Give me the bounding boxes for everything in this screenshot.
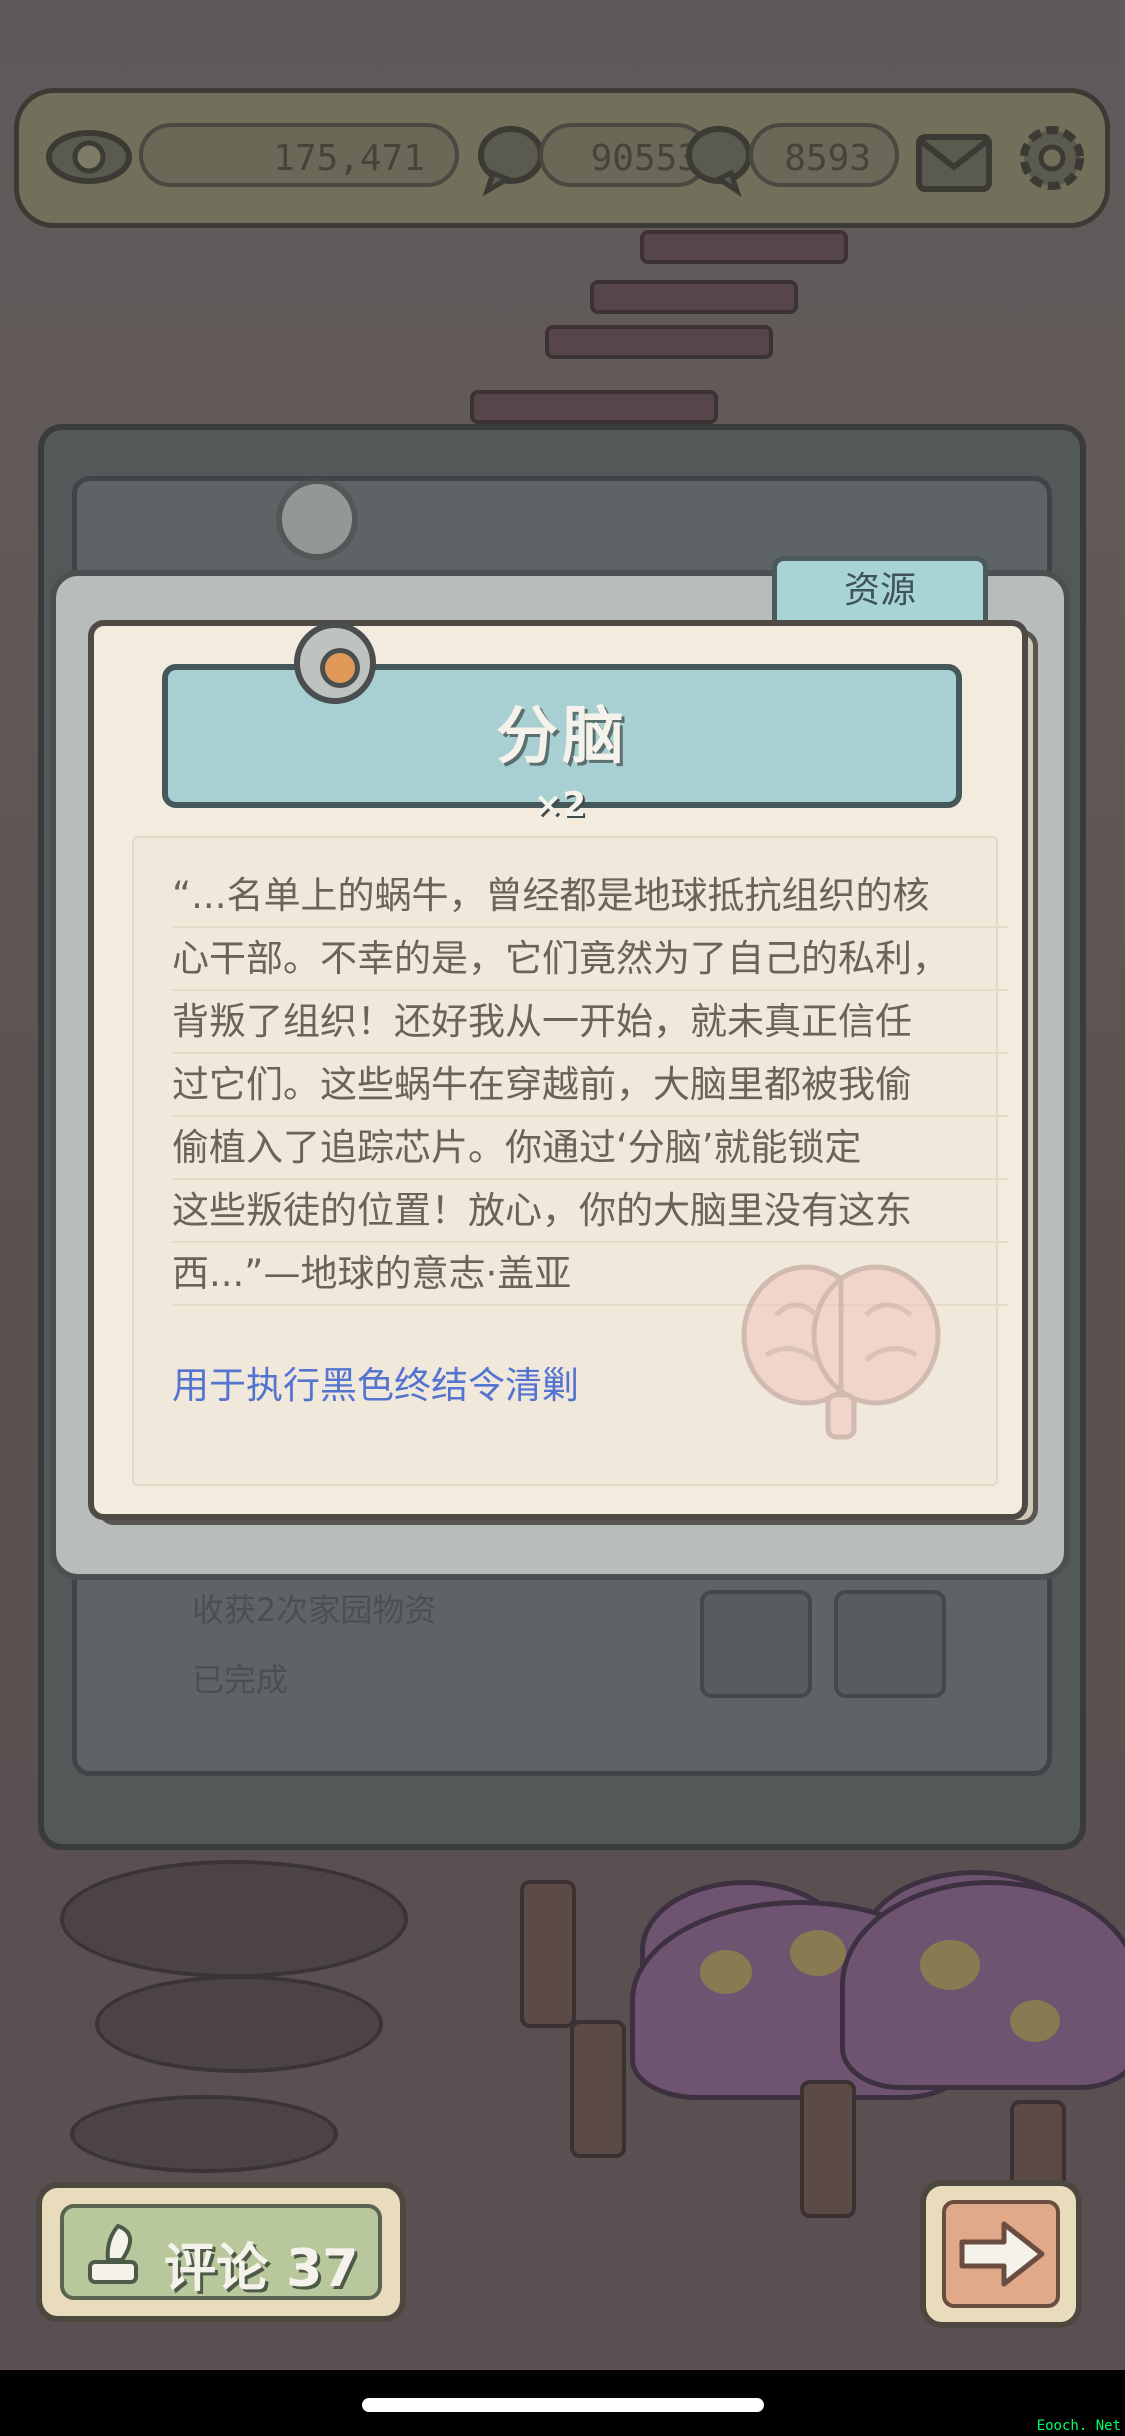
hanging-knob-back bbox=[276, 478, 358, 560]
chat-count-2: 8593 bbox=[784, 138, 871, 179]
background-plank bbox=[590, 280, 798, 314]
item-usage: 用于执行黑色终结令清剿 bbox=[172, 1364, 579, 1407]
comment-button[interactable]: 评论 37 bbox=[36, 2182, 406, 2322]
hanging-knob bbox=[294, 622, 376, 704]
envelope-icon[interactable] bbox=[911, 115, 997, 205]
eye-count-pill: 175,471 bbox=[139, 123, 459, 187]
item-description: “...名单上的蜗牛，曾经都是地球抵抗组织的核 心干部。不幸的是，它们竟然为了自… bbox=[172, 865, 1008, 1306]
next-button[interactable] bbox=[920, 2180, 1082, 2328]
home-indicator[interactable] bbox=[362, 2398, 764, 2412]
tab-resources[interactable]: 资源 bbox=[772, 556, 988, 626]
mushroom-spot bbox=[790, 1930, 846, 1976]
brain-icon bbox=[736, 1255, 946, 1449]
quest-status-text: 已完成 bbox=[192, 1661, 289, 1699]
chat-count-pill-2: 8593 bbox=[749, 123, 899, 187]
mushroom-spot bbox=[920, 1940, 980, 1990]
description-line: 这些叛徒的位置！放心，你的大脑里没有这东 bbox=[172, 1180, 1008, 1243]
comment-text: 评论 bbox=[164, 2239, 269, 2299]
comment-label: 评论 37 bbox=[164, 2226, 359, 2301]
knob-center bbox=[320, 648, 360, 688]
quill-icon bbox=[78, 2220, 148, 2294]
background-mushroom bbox=[840, 1880, 1125, 2090]
background-post bbox=[570, 2020, 626, 2158]
description-line: 过它们。这些蜗牛在穿越前，大脑里都被我偷 bbox=[172, 1054, 1008, 1117]
speech-bubble-icon bbox=[679, 119, 759, 203]
background-post bbox=[520, 1880, 576, 2028]
watermark: Eooch. Net bbox=[1036, 2418, 1121, 2434]
background-stone bbox=[95, 1975, 383, 2073]
quest-task-text: 收获2次家园物资 bbox=[192, 1591, 437, 1629]
reward-slot-stone bbox=[834, 1590, 946, 1698]
background-plank bbox=[470, 390, 718, 424]
eye-count: 175,471 bbox=[273, 138, 425, 179]
background-stone bbox=[70, 2095, 338, 2173]
background-stone bbox=[60, 1860, 408, 1978]
description-line: “...名单上的蜗牛，曾经都是地球抵抗组织的核 bbox=[172, 865, 1008, 928]
mushroom-spot bbox=[700, 1950, 752, 1994]
description-line: 背叛了组织！还好我从一开始，就未真正信任 bbox=[172, 991, 1008, 1054]
item-count: ×2 bbox=[533, 785, 587, 825]
background-post bbox=[800, 2080, 856, 2218]
description-line: 偷植入了追踪芯片。你通过‘分脑’就能锁定 bbox=[172, 1117, 1008, 1180]
next-button-face bbox=[942, 2200, 1060, 2308]
background-plank bbox=[545, 325, 773, 359]
background-plank bbox=[640, 230, 848, 264]
mushroom-spot bbox=[1010, 2000, 1060, 2042]
top-status-bar: 175,471 90553 8593 bbox=[14, 88, 1110, 228]
arrow-right-icon bbox=[954, 2214, 1050, 2298]
reward-slot-wood bbox=[700, 1590, 812, 1698]
comment-button-face: 评论 37 bbox=[60, 2204, 382, 2300]
eye-icon bbox=[39, 117, 139, 197]
description-line: 心干部。不幸的是，它们竟然为了自己的私利， bbox=[172, 928, 1008, 991]
comment-count: 37 bbox=[286, 2239, 359, 2299]
gear-icon[interactable] bbox=[1009, 115, 1095, 205]
